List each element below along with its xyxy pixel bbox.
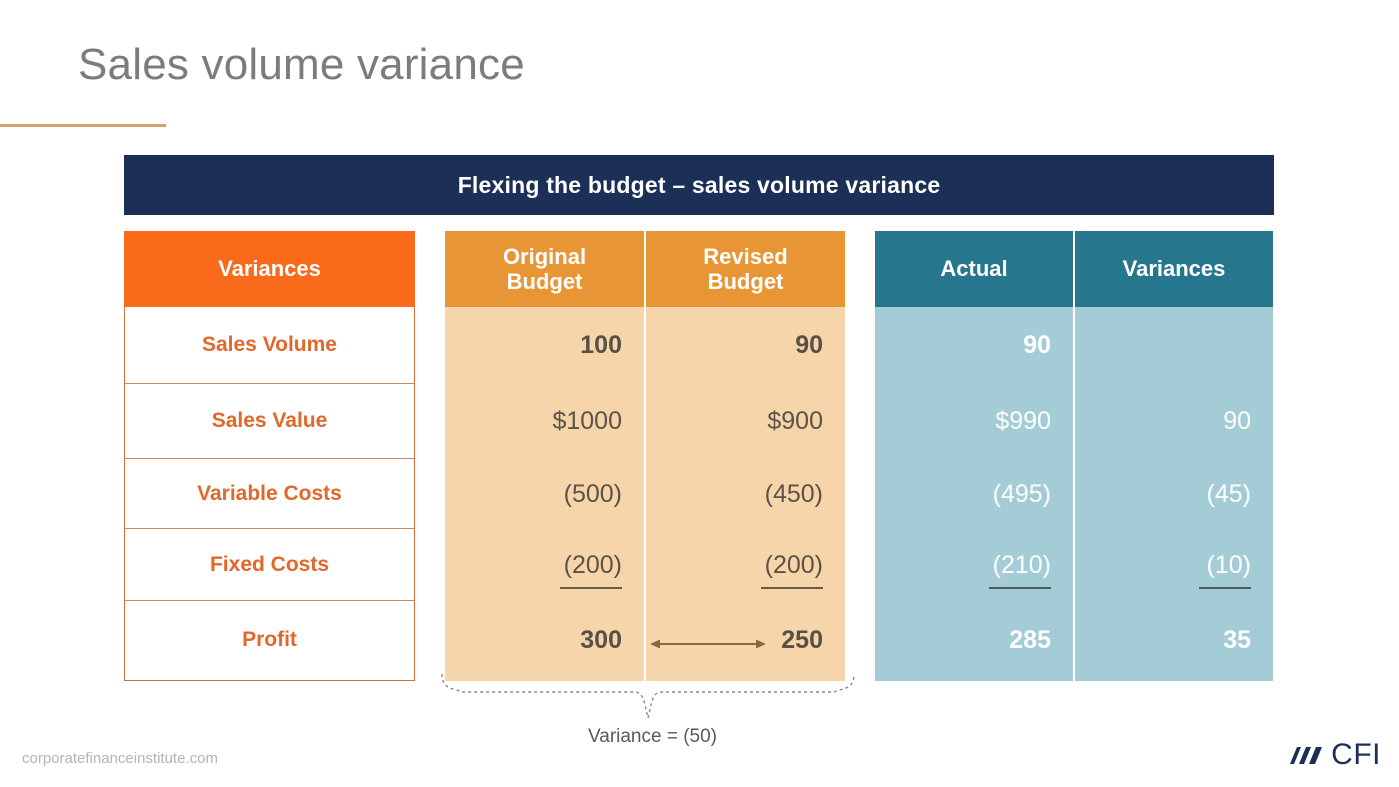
column-original-budget: Original Budget 100 $1000 (500) (200) 300 (445, 231, 644, 681)
cell-value: (200) (764, 550, 823, 579)
column-actual: Actual 90 $990 (495) (210) 285 (875, 231, 1073, 681)
cell-value: 100 (580, 331, 622, 359)
actual-columns: Actual 90 $990 (495) (210) 285 Variances… (875, 231, 1274, 681)
cell-original-variable-costs: (500) (445, 459, 644, 529)
banner: Flexing the budget – sales volume varian… (124, 155, 1274, 215)
cell-actual-fixed-costs: (210) (875, 529, 1073, 601)
variances-label-header: Variances (124, 231, 415, 307)
column-header-original-budget: Original Budget (445, 231, 644, 307)
header-line-2: Budget (707, 269, 784, 294)
column-header-variances: Variances (1075, 231, 1273, 307)
budget-columns: Original Budget 100 $1000 (500) (200) 300… (445, 231, 845, 681)
cell-variance-sales-value: 90 (1075, 384, 1273, 459)
cell-revised-variable-costs: (450) (646, 459, 845, 529)
row-label-variable-costs: Variable Costs (125, 459, 414, 529)
cell-revised-sales-value: $900 (646, 384, 845, 459)
variance-brace-label: Variance = (50) (587, 726, 718, 747)
cfi-logo-text: CFI (1331, 738, 1381, 771)
row-label-sales-volume: Sales Volume (125, 307, 414, 384)
cell-value: 300 (580, 625, 622, 654)
variances-label-body: Sales Volume Sales Value Variable Costs … (124, 307, 415, 681)
column-revised-budget: Revised Budget 90 $900 (450) (200) 250 (646, 231, 845, 681)
cell-value: $900 (767, 407, 823, 435)
cell-variance-fixed-costs: (10) (1075, 529, 1273, 601)
column-body-original-budget: 100 $1000 (500) (200) 300 (445, 307, 644, 681)
page-title: Sales volume variance (78, 40, 525, 89)
header-line-1: Revised (703, 243, 788, 269)
cell-value: 90 (795, 331, 823, 359)
cell-original-sales-value: $1000 (445, 384, 644, 459)
title-underline-rule (0, 124, 166, 127)
cell-revised-fixed-costs: (200) (646, 529, 845, 601)
subtotal-rule (989, 587, 1051, 589)
cell-value: 285 (1009, 625, 1051, 654)
cell-value: 35 (1223, 625, 1251, 654)
profit-comparison-arrow-icon (650, 639, 766, 649)
cell-original-fixed-costs: (200) (445, 529, 644, 601)
cell-variance-variable-costs: (45) (1075, 459, 1273, 529)
column-body-actual: 90 $990 (495) (210) 285 (875, 307, 1073, 681)
cfi-logo: CFI (1288, 740, 1381, 770)
cell-value: 90 (1223, 407, 1251, 435)
cell-value: (210) (992, 550, 1051, 579)
cfi-bars-icon (1290, 747, 1323, 764)
column-body-variances: 90 (45) (10) 35 (1075, 307, 1273, 681)
cell-value: (45) (1206, 479, 1251, 508)
column-header-actual: Actual (875, 231, 1073, 307)
cell-actual-variable-costs: (495) (875, 459, 1073, 529)
cell-actual-sales-value: $990 (875, 384, 1073, 459)
column-header-revised-budget: Revised Budget (646, 231, 845, 307)
cell-value: (200) (563, 550, 622, 579)
cell-value: (500) (563, 479, 622, 508)
cell-value: $990 (995, 407, 1051, 435)
cell-value: (450) (764, 479, 823, 508)
subtotal-rule (1199, 587, 1251, 589)
row-label-fixed-costs: Fixed Costs (125, 529, 414, 601)
cell-revised-sales-volume: 90 (646, 307, 845, 384)
footer-website: corporatefinanceinstitute.com (22, 750, 218, 767)
header-line-2: Budget (506, 269, 583, 294)
cell-original-sales-volume: 100 (445, 307, 644, 384)
column-variances: Variances 90 (45) (10) 35 (1075, 231, 1273, 681)
banner-title: Flexing the budget – sales volume varian… (457, 171, 941, 198)
subtotal-rule (560, 587, 622, 589)
row-label-sales-value: Sales Value (125, 384, 414, 459)
cell-original-profit: 300 (445, 601, 644, 679)
header-line-1: Original (502, 243, 587, 269)
cell-value: (10) (1206, 550, 1251, 579)
row-label-profit: Profit (242, 628, 297, 651)
cell-actual-profit: 285 (875, 601, 1073, 679)
cell-variance-sales-volume (1075, 307, 1273, 384)
cell-value: 250 (781, 625, 823, 654)
cell-value: 90 (1023, 331, 1051, 359)
variance-brace (441, 673, 855, 719)
cell-variance-profit: 35 (1075, 601, 1273, 679)
column-body-revised-budget: 90 $900 (450) (200) 250 (646, 307, 845, 681)
variances-label-table: Variances Sales Volume Sales Value Varia… (124, 231, 415, 681)
subtotal-rule (761, 587, 823, 589)
cell-actual-sales-volume: 90 (875, 307, 1073, 384)
cell-value: $1000 (552, 407, 622, 435)
cell-value: (495) (992, 479, 1051, 508)
